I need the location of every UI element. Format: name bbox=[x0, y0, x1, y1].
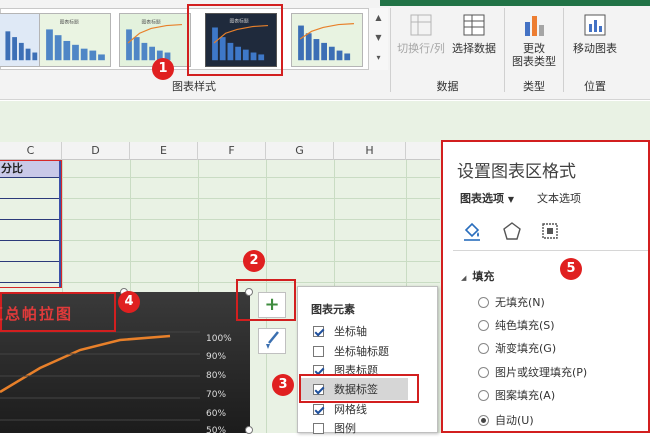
annotation-box-2 bbox=[236, 279, 296, 321]
gallery-scroll[interactable]: ▲ ▼ ▾ bbox=[368, 8, 388, 70]
checkbox-label: 坐标轴标题 bbox=[334, 345, 389, 358]
column-header-e[interactable]: E bbox=[130, 142, 198, 160]
scroll-down-icon[interactable]: ▼ bbox=[369, 28, 388, 48]
grid-line bbox=[0, 198, 440, 199]
grid-line bbox=[0, 219, 440, 220]
chart-style-thumb-2[interactable]: 图表标题 bbox=[39, 13, 111, 67]
brush-icon bbox=[266, 331, 279, 349]
change-type-label-1: 更改 bbox=[523, 42, 545, 55]
axis-tick-label: 100% bbox=[206, 334, 232, 344]
column-header-f[interactable]: F bbox=[198, 142, 266, 160]
select-data-button[interactable]: 选择数据 bbox=[448, 12, 500, 55]
change-chart-type-button[interactable]: 更改 图表类型 bbox=[508, 12, 560, 68]
gallery-more-icon[interactable]: ▾ bbox=[369, 48, 388, 68]
annotation-box-5 bbox=[441, 140, 650, 433]
chart-style-thumb-3[interactable]: 图表标题 bbox=[119, 13, 191, 67]
checkbox-label: 图例 bbox=[334, 422, 356, 435]
svg-text:图表标题: 图表标题 bbox=[60, 19, 79, 26]
ribbon-separator bbox=[390, 8, 391, 92]
ribbon-separator bbox=[563, 8, 564, 92]
column-header-bar: C D E F G H bbox=[0, 142, 440, 160]
popup-title: 图表元素 bbox=[311, 303, 355, 316]
checkbox-icon[interactable] bbox=[313, 403, 324, 415]
chart-styles-group-label: 图表样式 bbox=[172, 80, 216, 93]
annotation-badge-3: 3 bbox=[272, 374, 294, 396]
switch-row-col-button[interactable]: 切换行/列 bbox=[395, 12, 447, 55]
select-data-label: 选择数据 bbox=[452, 42, 496, 55]
annotation-badge-4: 4 bbox=[118, 291, 140, 313]
axis-tick-label: 80% bbox=[206, 371, 227, 381]
data-group-label: 数据 bbox=[436, 80, 459, 93]
checkbox-icon[interactable] bbox=[313, 345, 324, 357]
switch-row-col-label: 切换行/列 bbox=[397, 42, 445, 55]
chart-title-text: 汇总帕拉图 bbox=[0, 305, 74, 323]
column-header-c[interactable]: C bbox=[0, 142, 62, 160]
change-type-label-2: 图表类型 bbox=[512, 55, 556, 68]
grid-line bbox=[0, 261, 440, 262]
annotation-badge-1: 1 bbox=[152, 58, 174, 80]
switch-row-col-icon bbox=[410, 14, 432, 36]
selected-range[interactable] bbox=[0, 160, 62, 288]
chart-style-thumb-5[interactable] bbox=[291, 13, 363, 67]
annotation-badge-2: 2 bbox=[243, 250, 265, 272]
checkbox-label: 网格线 bbox=[334, 403, 367, 416]
axis-tick-label: 60% bbox=[206, 409, 227, 419]
grid-line bbox=[0, 282, 440, 283]
axis-tick-label: 50% bbox=[206, 426, 227, 436]
chart-styles-button[interactable] bbox=[258, 328, 286, 354]
grid-line bbox=[0, 177, 440, 178]
annotation-box-1 bbox=[187, 4, 283, 76]
checkbox-axis-titles[interactable]: 坐标轴标题 bbox=[313, 342, 389, 360]
bar-chart-icon bbox=[525, 16, 544, 36]
type-group-label: 类型 bbox=[523, 80, 545, 93]
select-data-icon bbox=[463, 14, 485, 36]
scroll-up-icon[interactable]: ▲ bbox=[369, 8, 388, 28]
annotation-box-3 bbox=[299, 374, 419, 403]
checkbox-icon[interactable] bbox=[313, 422, 324, 434]
ribbon-separator bbox=[504, 8, 505, 92]
checkbox-icon[interactable] bbox=[313, 325, 324, 337]
checkbox-axes[interactable]: 坐标轴 bbox=[313, 322, 367, 340]
axis-tick-label: 70% bbox=[206, 390, 227, 400]
annotation-badge-5: 5 bbox=[560, 258, 582, 280]
checkbox-label: 坐标轴 bbox=[334, 325, 367, 338]
chart-title-overlay: 汇总帕拉图 bbox=[0, 292, 116, 332]
column-header-h[interactable]: H bbox=[334, 142, 406, 160]
column-header-d[interactable]: D bbox=[62, 142, 130, 160]
location-group-label: 位置 bbox=[584, 80, 606, 93]
axis-tick-label: 90% bbox=[206, 352, 227, 362]
move-chart-label: 移动图表 bbox=[573, 42, 617, 55]
svg-text:图表标题: 图表标题 bbox=[142, 19, 161, 26]
move-chart-icon bbox=[584, 14, 606, 36]
column-header-g[interactable]: G bbox=[266, 142, 334, 160]
grid-line bbox=[0, 240, 440, 241]
checkbox-legend[interactable]: 图例 bbox=[313, 419, 356, 437]
ribbon-tab-strip bbox=[380, 0, 650, 6]
move-chart-button[interactable]: 移动图表 bbox=[567, 12, 623, 55]
